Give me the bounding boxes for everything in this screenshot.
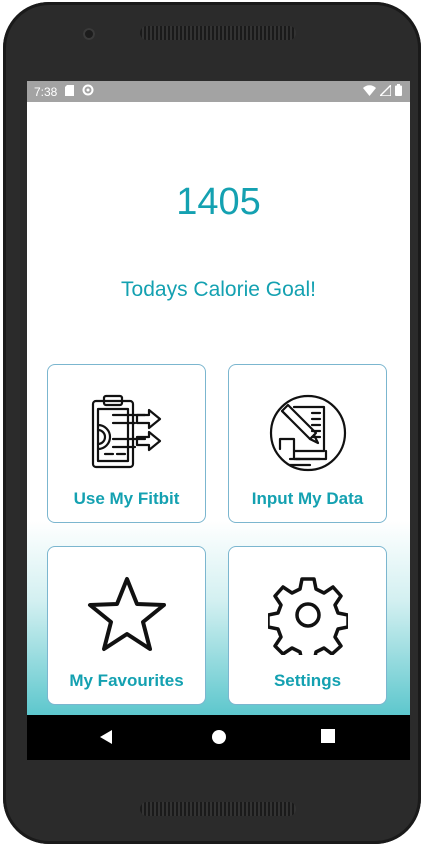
clipboard-gear-arrows-icon [87, 393, 167, 473]
sd-card-icon [65, 84, 75, 99]
calorie-goal-label: Todays Calorie Goal! [121, 278, 316, 301]
app-screen: 7:38 1405 Todays Calorie Goal! Use My Fi… [27, 81, 410, 760]
document-pencil-icon [268, 393, 348, 473]
status-bar: 7:38 [27, 81, 410, 102]
home-button[interactable] [211, 729, 227, 750]
input-my-data-label: Input My Data [251, 489, 364, 508]
sync-icon [82, 84, 94, 99]
my-favourites-button[interactable]: My Favourites [47, 546, 206, 705]
settings-button[interactable]: Settings [228, 546, 387, 705]
gear-icon [266, 575, 350, 664]
front-camera-icon [83, 28, 95, 40]
my-favourites-label: My Favourites [69, 671, 184, 690]
use-my-fitbit-label: Use My Fitbit [73, 489, 180, 508]
use-my-fitbit-button[interactable]: Use My Fitbit [47, 364, 206, 523]
phone-frame: 7:38 1405 Todays Calorie Goal! Use My Fi… [3, 2, 421, 844]
recents-button[interactable] [321, 729, 335, 748]
navigation-bar [27, 715, 410, 760]
status-time: 7:38 [34, 84, 58, 99]
wifi-icon [363, 84, 376, 99]
back-button[interactable] [99, 729, 113, 750]
input-my-data-button[interactable]: Input My Data [228, 364, 387, 523]
bottom-speaker-grille [140, 802, 296, 816]
calorie-goal-value: 1405 [176, 181, 261, 223]
settings-label: Settings [273, 671, 342, 690]
top-speaker-grille [140, 26, 296, 40]
star-icon [87, 575, 167, 655]
signal-icon [378, 82, 392, 99]
battery-icon [395, 84, 402, 99]
status-icons-right [363, 82, 402, 99]
